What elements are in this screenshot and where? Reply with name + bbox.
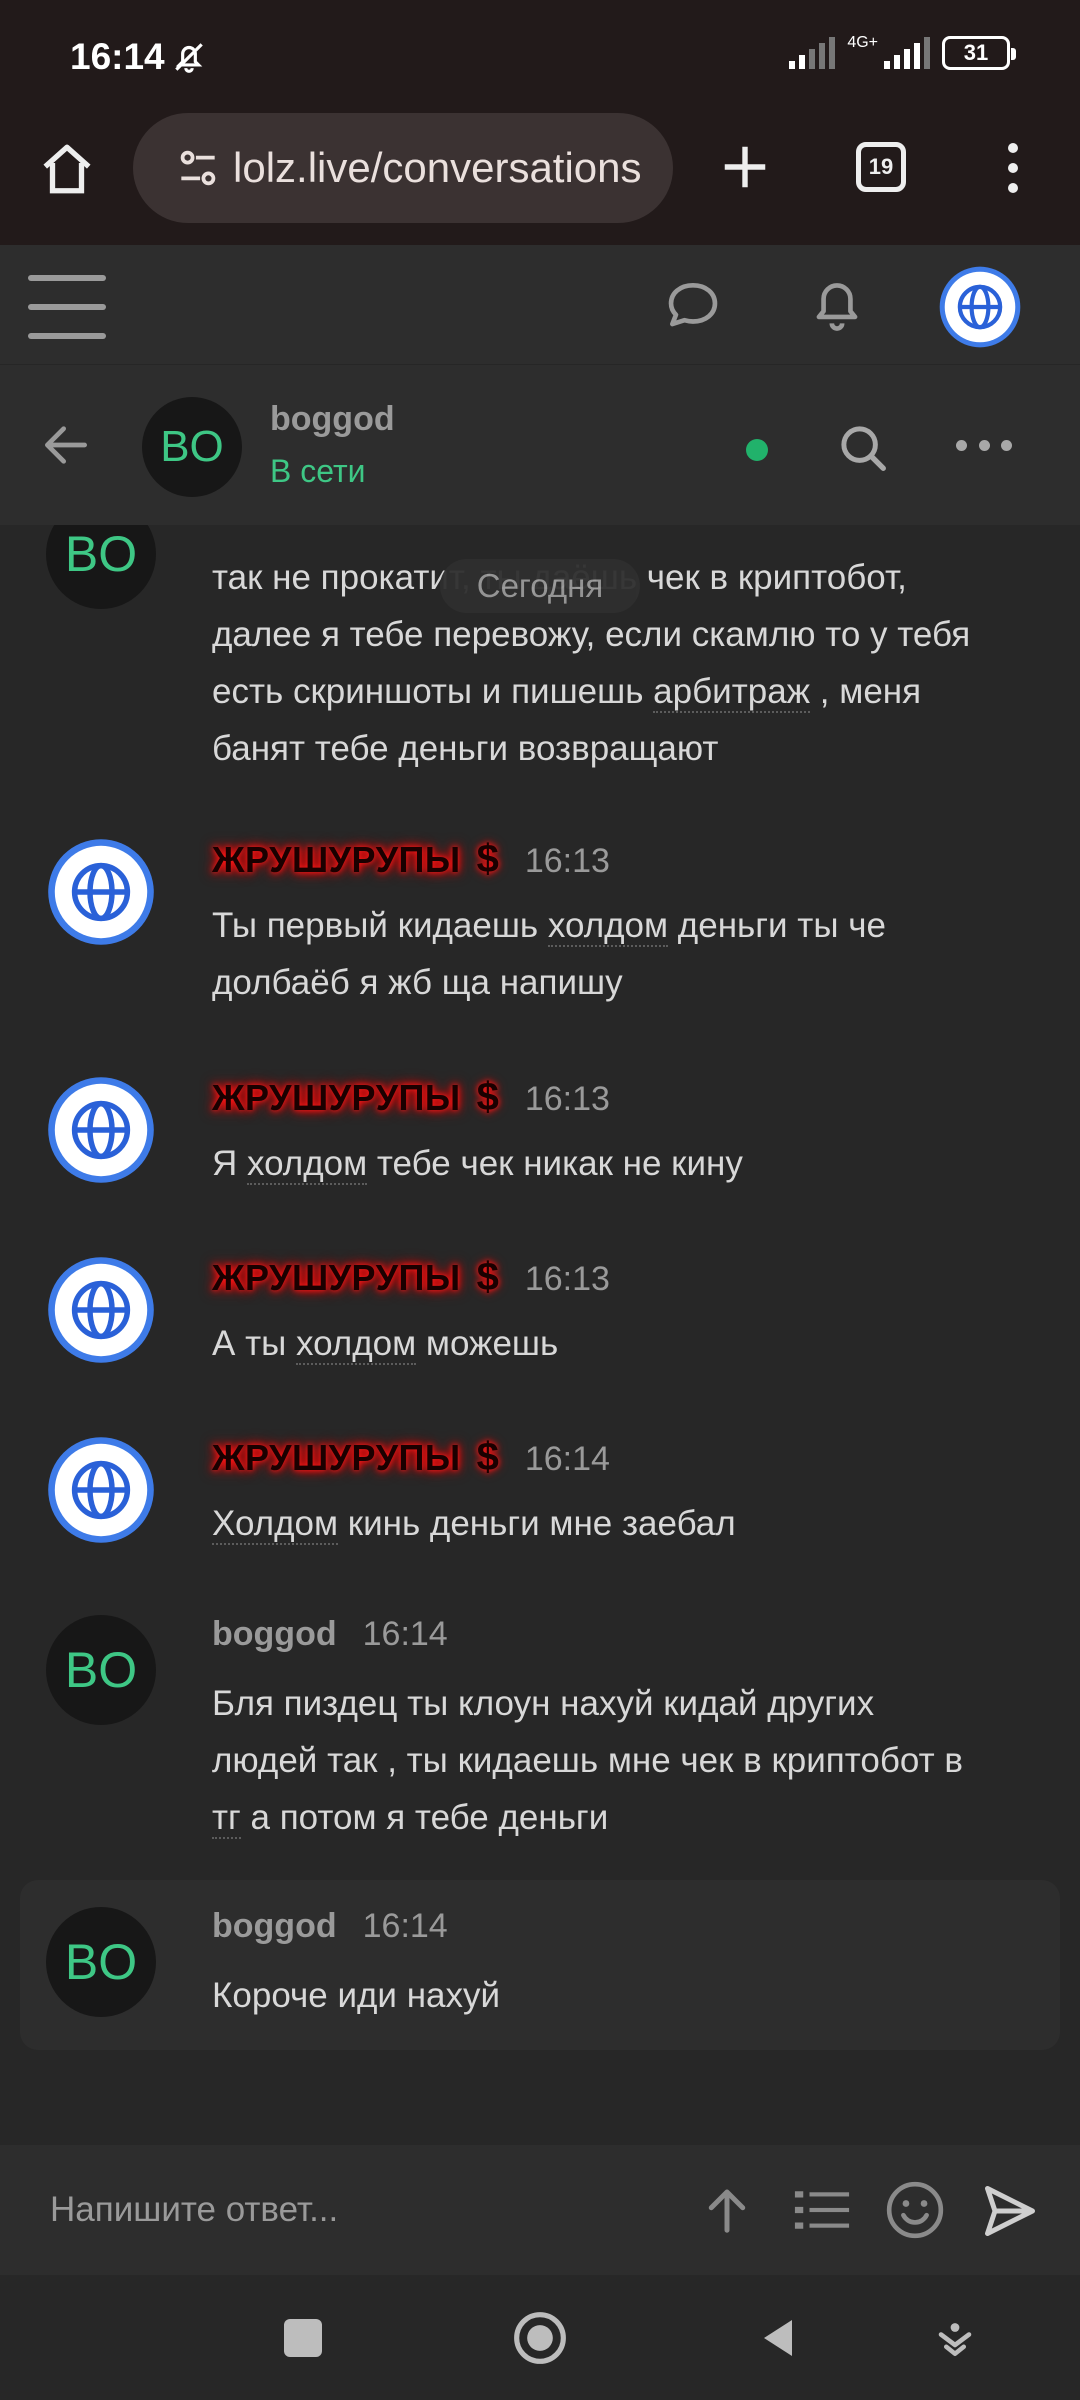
- signal-icon-2: [884, 37, 930, 69]
- message-time: 16:13: [524, 1260, 610, 1298]
- home-icon[interactable]: [38, 140, 96, 198]
- message-text: А ты холдом можешь: [212, 1324, 559, 1365]
- message-author[interactable]: ЖРУШУРУПЫ: [212, 1077, 461, 1119]
- back-arrow-icon[interactable]: [38, 417, 94, 473]
- conversation-name[interactable]: boggod: [270, 400, 395, 439]
- home-button-icon[interactable]: [512, 2310, 568, 2366]
- network-type: 4G+: [847, 34, 878, 51]
- bell-icon[interactable]: [806, 273, 868, 335]
- system-nav-bar: [0, 2275, 1080, 2400]
- user-avatar-icon[interactable]: [938, 265, 1022, 349]
- more-options-icon[interactable]: [956, 440, 1012, 456]
- browser-menu-icon[interactable]: [998, 143, 1028, 193]
- message-text: Холдом кинь деньги мне заебал: [212, 1504, 736, 1545]
- message-author[interactable]: ЖРУШУРУПЫ: [212, 1257, 461, 1299]
- url-text: lolz.live/conversations: [233, 144, 642, 191]
- dollar-icon: $: [476, 1435, 499, 1479]
- list-icon[interactable]: [792, 2185, 852, 2235]
- back-button-icon[interactable]: [754, 2313, 802, 2363]
- highlighted-message: [20, 1880, 1060, 2050]
- message-text: Бля пиздец ты клоун нахуй кидай других л…: [212, 1684, 963, 1839]
- message-time: 16:14: [362, 1615, 448, 1653]
- globe-avatar-icon[interactable]: [46, 1435, 156, 1545]
- message-author[interactable]: boggod: [212, 1907, 337, 1946]
- author-avatar[interactable]: BO: [46, 1615, 156, 1725]
- reply-bar: [0, 2145, 1080, 2275]
- message-time: 16:13: [524, 842, 610, 880]
- message-text: Короче иди нахуй: [212, 1976, 501, 2015]
- new-tab-icon[interactable]: [718, 140, 772, 194]
- author-avatar[interactable]: BO: [46, 1907, 156, 2017]
- globe-avatar-icon[interactable]: [46, 837, 156, 947]
- url-bar[interactable]: lolz.live/conversations: [133, 113, 673, 223]
- online-indicator: [746, 439, 768, 461]
- site-settings-icon[interactable]: [173, 143, 223, 193]
- chat-bubble-icon[interactable]: [662, 275, 724, 337]
- arrow-up-icon[interactable]: [700, 2183, 754, 2237]
- message-author[interactable]: boggod: [212, 1615, 337, 1654]
- send-icon[interactable]: [980, 2181, 1040, 2241]
- online-status: В сети: [270, 453, 366, 489]
- message-time: 16:14: [362, 1907, 448, 1945]
- message-text: Ты первый кидаешь холдом деньги ты че до…: [212, 906, 886, 1002]
- message-author[interactable]: ЖРУШУРУПЫ: [212, 1437, 461, 1479]
- battery-icon: 31: [942, 36, 1016, 70]
- status-bar: 16:14 4G+ 31: [0, 0, 1080, 110]
- message-time: 16:13: [524, 1080, 610, 1118]
- search-icon[interactable]: [836, 421, 890, 475]
- conversation-avatar[interactable]: BO: [142, 397, 242, 497]
- bell-off-icon: [175, 43, 203, 73]
- date-divider: Сегодня: [440, 559, 640, 613]
- emoji-icon[interactable]: [884, 2179, 946, 2241]
- recents-button[interactable]: [284, 2319, 322, 2357]
- site-header: [0, 245, 1080, 365]
- globe-avatar-icon[interactable]: [46, 1075, 156, 1185]
- keyboard-hide-icon[interactable]: [934, 2313, 976, 2363]
- message-text: Я холдом тебе чек никак не кину: [212, 1144, 743, 1185]
- tab-count: 19: [868, 154, 894, 179]
- dollar-icon: $: [476, 1075, 499, 1119]
- message-time: 16:14: [524, 1440, 610, 1478]
- tab-switcher-button[interactable]: 19: [856, 142, 906, 192]
- dollar-icon: $: [476, 837, 499, 881]
- message-list[interactable]: BO так не прокатит, ты даёшь чек в крипт…: [0, 525, 1080, 2145]
- battery-level: 31: [963, 40, 989, 65]
- dollar-icon: $: [476, 1255, 499, 1299]
- globe-avatar-icon[interactable]: [46, 1255, 156, 1365]
- signal-icon: [789, 37, 836, 69]
- conversation-header: BO boggod В сети: [0, 365, 1080, 525]
- message-author[interactable]: ЖРУШУРУПЫ: [212, 839, 461, 881]
- status-time: 16:14: [70, 36, 165, 77]
- hamburger-menu-icon[interactable]: [28, 275, 106, 339]
- reply-input[interactable]: [50, 2175, 650, 2245]
- author-avatar[interactable]: BO: [46, 525, 156, 609]
- browser-toolbar: lolz.live/conversations 19: [0, 110, 1080, 245]
